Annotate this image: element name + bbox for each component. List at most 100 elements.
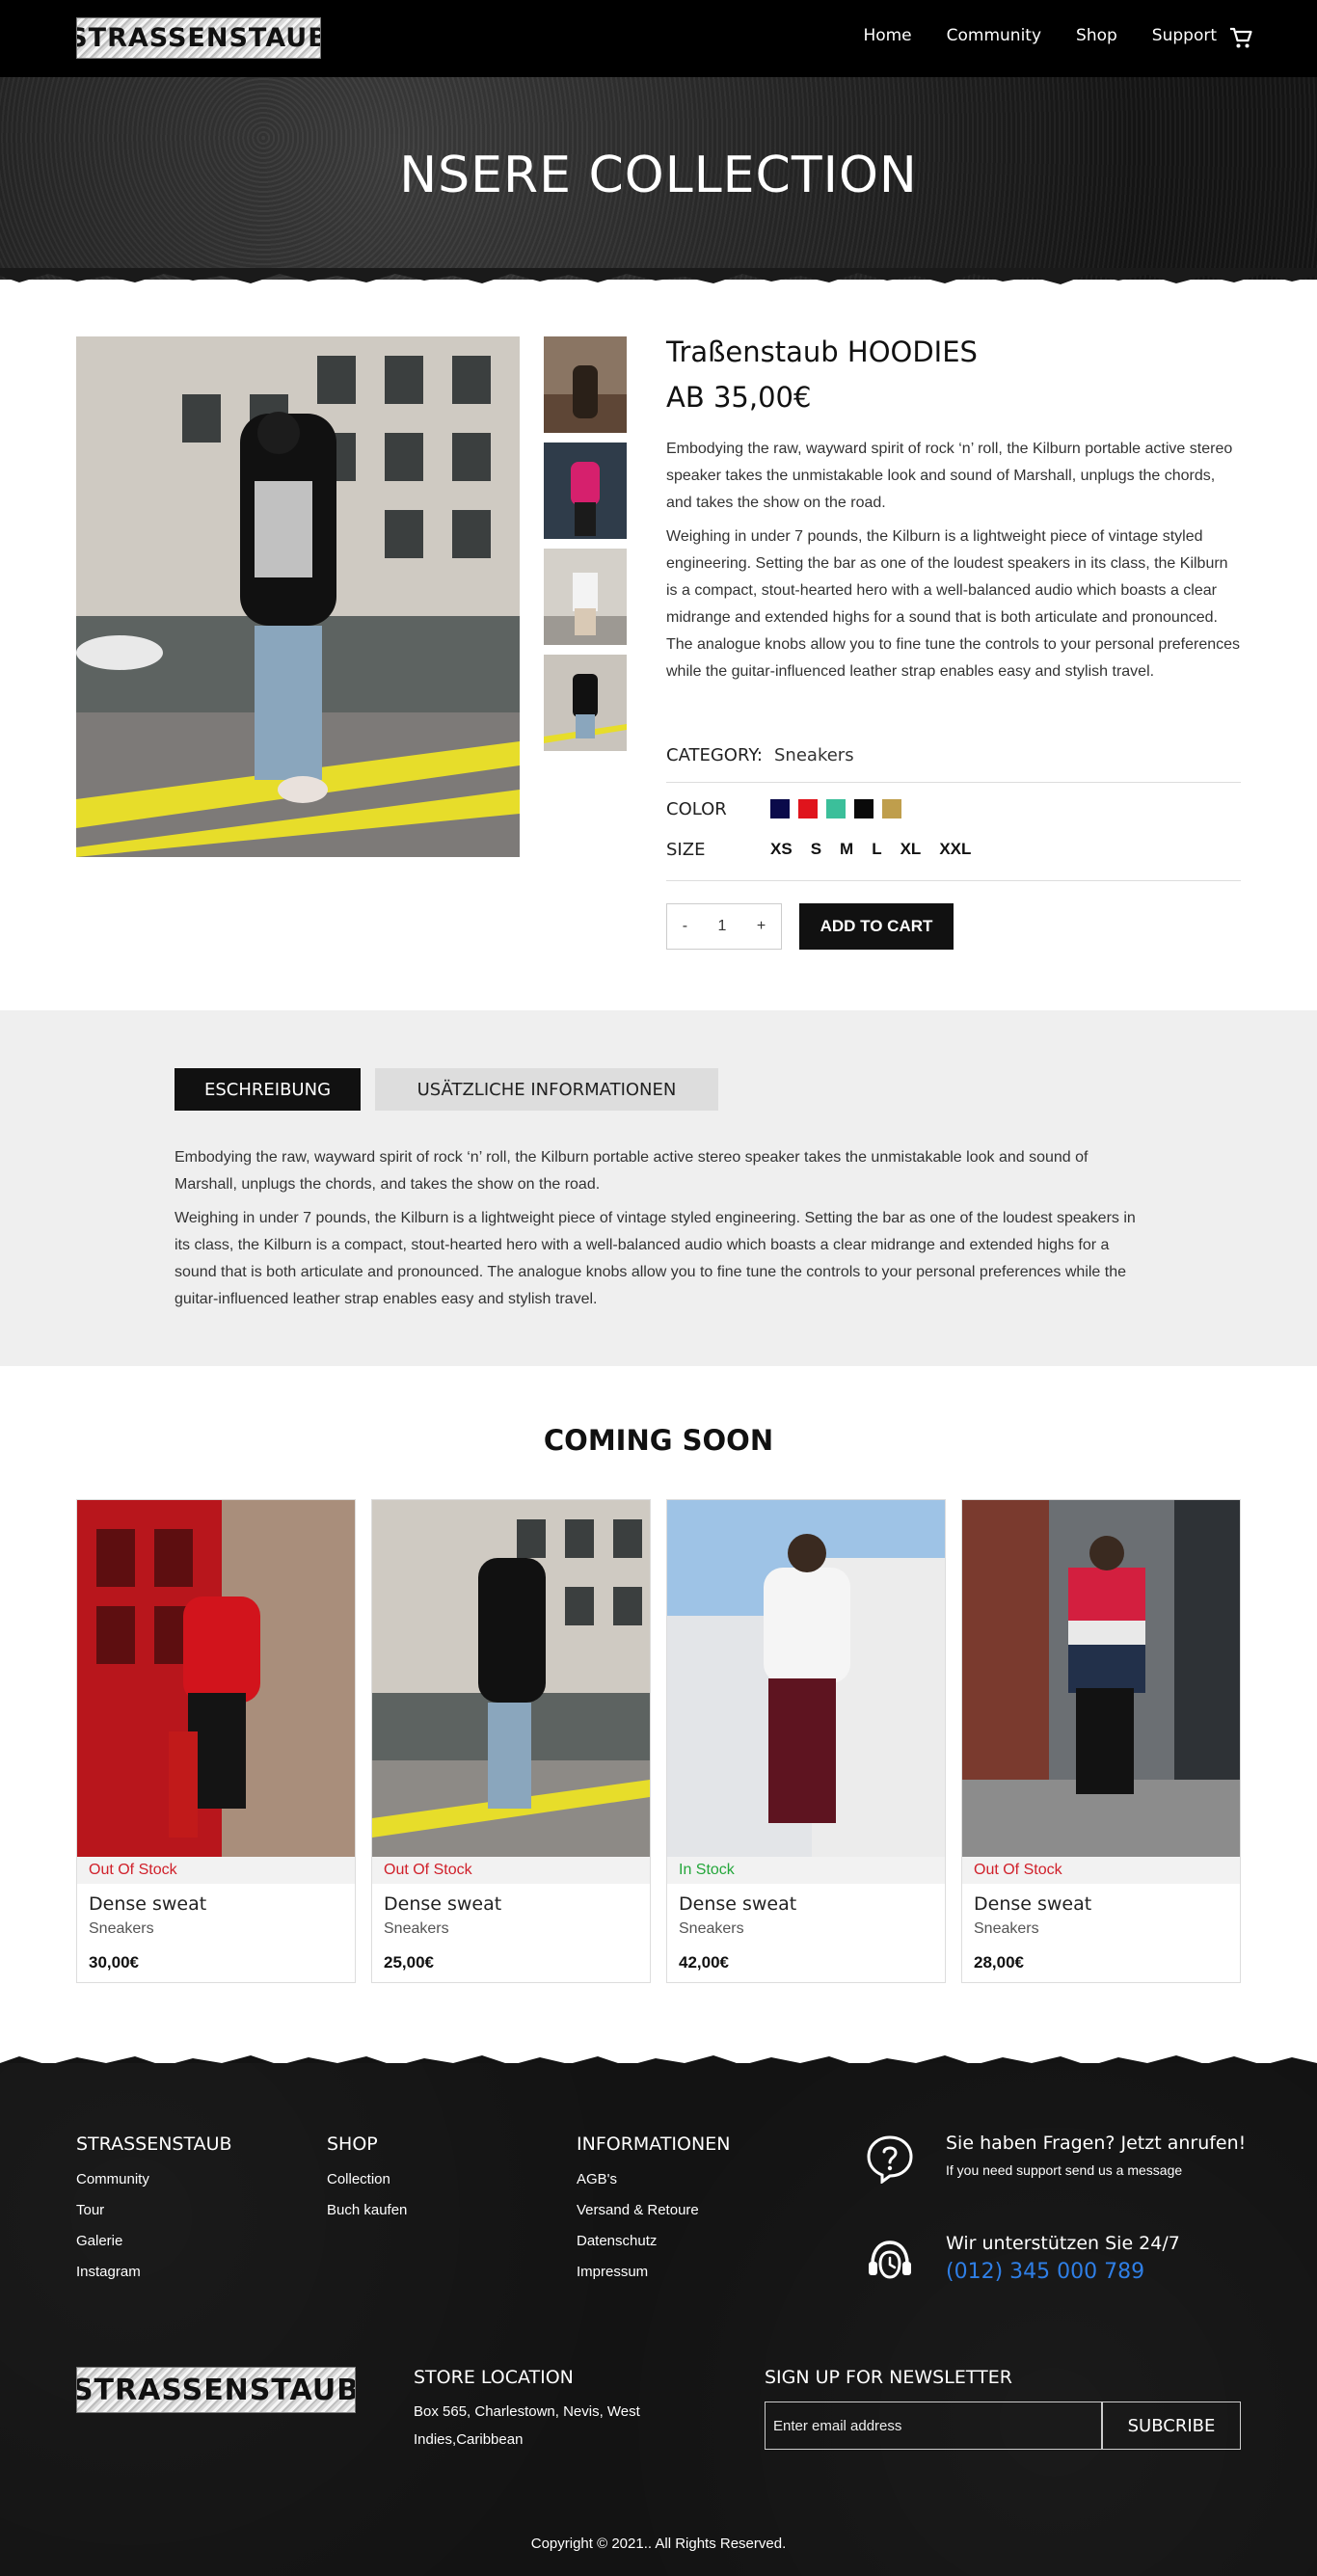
divider xyxy=(666,880,1241,881)
size-option[interactable]: L xyxy=(872,840,881,859)
footer-link[interactable]: Tour xyxy=(76,2202,104,2218)
size-option[interactable]: XS xyxy=(770,840,793,859)
tab-description-text: Weighing in under 7 pounds, the Kilburn … xyxy=(175,1210,1136,1307)
divider xyxy=(666,782,1241,783)
stock-status: Out Of Stock xyxy=(77,1857,355,1884)
color-swatch[interactable] xyxy=(826,799,846,818)
footer-heading: SHOP xyxy=(327,2133,378,2155)
store-address: Indies,Caribbean xyxy=(414,2431,524,2448)
nav-shop[interactable]: Shop xyxy=(1076,26,1117,45)
product-card-price: 25,00€ xyxy=(384,1953,434,1972)
footer-heading: STRASSENSTAUB xyxy=(76,2133,232,2155)
nav-community[interactable]: Community xyxy=(947,26,1041,45)
product-thumbnail[interactable] xyxy=(544,549,627,645)
product-card-category: Sneakers xyxy=(679,1920,744,1937)
store-location-title: STORE LOCATION xyxy=(414,2367,574,2388)
category-label: CATEGORY: xyxy=(666,745,763,765)
category-value[interactable]: Sneakers xyxy=(774,745,854,765)
product-card[interactable]: Out Of Stock Dense sweat Sneakers 30,00€ xyxy=(76,1499,356,1983)
product-card-name[interactable]: Dense sweat xyxy=(679,1893,796,1915)
hero-banner: NSERE COLLECTION xyxy=(0,77,1317,280)
product-card-category: Sneakers xyxy=(974,1920,1039,1937)
help-title: Sie haben Fragen? Jetzt anrufen! xyxy=(946,2133,1247,2154)
size-label: SIZE xyxy=(666,840,706,860)
color-swatch[interactable] xyxy=(854,799,874,818)
product-card[interactable]: In Stock Dense sweat Sneakers 42,00€ xyxy=(666,1499,946,1983)
product-title: Traßenstaub HOODIES xyxy=(666,335,978,368)
tab-additional-information[interactable]: USÄTZLICHE INFORMATIONEN xyxy=(375,1068,718,1111)
quantity-value[interactable]: 1 xyxy=(718,918,727,935)
subscribe-button[interactable]: SUBCRIBE xyxy=(1102,2402,1241,2450)
tab-description-text: Embodying the raw, wayward spirit of roc… xyxy=(175,1149,1089,1193)
help-subtitle: If you need support send us a message xyxy=(946,2162,1183,2178)
stock-status: In Stock xyxy=(667,1857,945,1884)
product-card-name[interactable]: Dense sweat xyxy=(384,1893,501,1915)
support-phone[interactable]: (012) 345 000 789 xyxy=(946,2260,1144,2284)
top-navigation-bar: STRASSENSTAUB Home Community Shop Suppor… xyxy=(0,0,1317,77)
coming-soon-title: COMING SOON xyxy=(543,1424,774,1457)
footer-link[interactable]: Buch kaufen xyxy=(327,2202,407,2218)
product-card-category: Sneakers xyxy=(89,1920,154,1937)
add-to-cart-button[interactable]: ADD TO CART xyxy=(799,903,954,950)
product-card-price: 28,00€ xyxy=(974,1953,1024,1972)
color-swatch[interactable] xyxy=(882,799,901,818)
footer-link[interactable]: Galerie xyxy=(76,2233,122,2249)
footer-heading: INFORMATIONEN xyxy=(577,2133,731,2155)
nav-home[interactable]: Home xyxy=(863,26,911,45)
product-card-image xyxy=(77,1500,355,1857)
support-title: Wir unterstützen Sie 24/7 xyxy=(946,2233,1180,2254)
site-logo-text: STRASSENSTAUB xyxy=(76,23,321,53)
product-card-image xyxy=(962,1500,1240,1857)
newsletter-email-input[interactable] xyxy=(765,2402,1102,2450)
product-price: AB 35,00€ xyxy=(666,381,812,414)
color-swatch[interactable] xyxy=(798,799,818,818)
stock-status: Out Of Stock xyxy=(372,1857,650,1884)
product-description: Weighing in under 7 pounds, the Kilburn … xyxy=(666,528,1241,680)
product-card-category: Sneakers xyxy=(384,1920,449,1937)
quantity-decrement-button[interactable]: - xyxy=(683,918,687,935)
size-option[interactable]: M xyxy=(840,840,853,859)
footer-link[interactable]: Community xyxy=(76,2171,149,2187)
product-card-name[interactable]: Dense sweat xyxy=(89,1893,206,1915)
site-logo[interactable]: STRASSENSTAUB xyxy=(76,17,321,59)
color-swatch[interactable] xyxy=(770,799,790,818)
torn-edge-divider xyxy=(0,268,1317,284)
support-headset-icon xyxy=(869,2241,911,2279)
footer-logo-text: STRASSENSTAUB xyxy=(76,2373,356,2407)
product-card-price: 30,00€ xyxy=(89,1953,139,1972)
product-thumbnail[interactable] xyxy=(544,336,627,433)
stock-status: Out Of Stock xyxy=(962,1857,1240,1884)
size-option[interactable]: XXL xyxy=(939,840,971,859)
product-card[interactable]: Out Of Stock Dense sweat Sneakers 28,00€ xyxy=(961,1499,1241,1983)
product-main-image xyxy=(76,336,520,857)
footer-link[interactable]: AGB's xyxy=(577,2171,617,2187)
footer-link[interactable]: Datenschutz xyxy=(577,2233,657,2249)
product-card[interactable]: Out Of Stock Dense sweat Sneakers 25,00€ xyxy=(371,1499,651,1983)
footer-link[interactable]: Instagram xyxy=(76,2264,141,2280)
hero-title: NSERE COLLECTION xyxy=(399,147,918,204)
quantity-increment-button[interactable]: + xyxy=(757,918,766,935)
product-card-image xyxy=(372,1500,650,1857)
tab-description[interactable]: ESCHREIBUNG xyxy=(175,1068,361,1111)
product-card-price: 42,00€ xyxy=(679,1953,729,1972)
product-card-image xyxy=(667,1500,945,1857)
main-nav: Home Community Shop Support xyxy=(863,26,1217,45)
nav-support[interactable]: Support xyxy=(1152,26,1217,45)
cart-icon[interactable] xyxy=(1228,27,1253,50)
quantity-stepper: - 1 + xyxy=(666,903,782,950)
color-label: COLOR xyxy=(666,799,727,819)
footer-logo[interactable]: STRASSENSTAUB xyxy=(76,2367,356,2413)
footer-link[interactable]: Versand & Retoure xyxy=(577,2202,699,2218)
question-chat-icon xyxy=(867,2135,913,2184)
size-option[interactable]: S xyxy=(811,840,821,859)
size-option[interactable]: XL xyxy=(900,840,922,859)
newsletter-title: SIGN UP FOR NEWSLETTER xyxy=(765,2367,1012,2388)
store-address: Box 565, Charlestown, Nevis, West xyxy=(414,2403,640,2420)
product-thumbnail[interactable] xyxy=(544,443,627,539)
product-card-name[interactable]: Dense sweat xyxy=(974,1893,1091,1915)
copyright-text: Copyright © 2021.. All Rights Reserved. xyxy=(530,2536,787,2552)
footer-link[interactable]: Impressum xyxy=(577,2264,648,2280)
product-thumbnail[interactable] xyxy=(544,655,627,751)
product-description: Embodying the raw, wayward spirit of roc… xyxy=(666,441,1233,511)
footer-link[interactable]: Collection xyxy=(327,2171,390,2187)
